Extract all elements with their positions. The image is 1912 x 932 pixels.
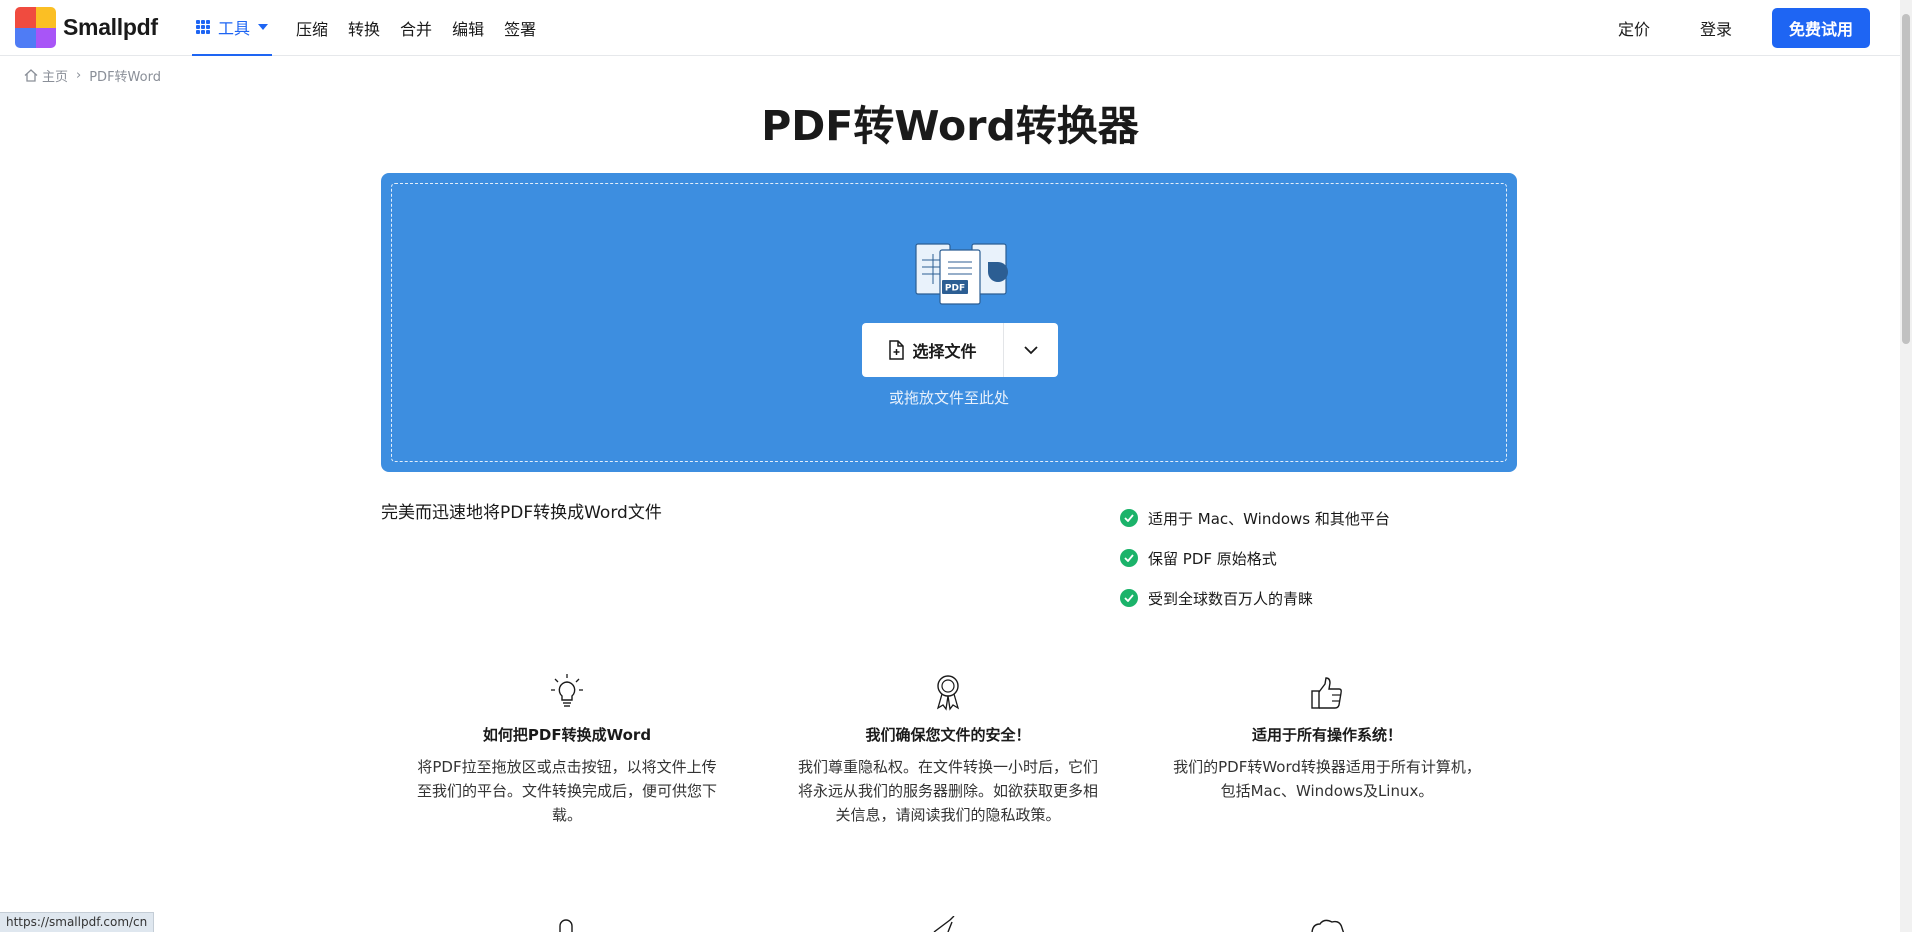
check-circle-icon [1120,589,1138,607]
check-circle-icon [1120,549,1138,567]
smallpdf-logo[interactable]: Smallpdf [15,7,158,48]
page-title: PDF转Word转换器 [761,102,1139,150]
logo-mark-icon [15,7,56,48]
feature-text: 保留 PDF 原始格式 [1148,549,1277,568]
file-plus-icon [889,340,905,360]
info-column-text: 我们的PDF转Word转换器适用于所有计算机，包括Mac、Windows及Lin… [1173,758,1481,800]
account-nav: 定价 登录 免费试用 [1618,8,1870,48]
nav-tools-menu[interactable]: 工具 [192,0,273,56]
info-column-title: 适用于所有操作系统！ [1251,726,1402,744]
feature-text: 受到全球数百万人的青睐 [1148,589,1314,608]
info-column-os: 适用于所有操作系统！ 我们的PDF转Word转换器适用于所有计算机，包括Mac、… [1162,670,1492,803]
top-header: Smallpdf 工具 压缩 转换 合并 编辑 签署 定价 登录 免费试用 [0,0,1900,56]
file-dropzone[interactable]: PDF 选择文件 或拖放文件至此处 [381,173,1517,472]
caret-down-icon [258,24,269,30]
breadcrumb: 主页 › PDF转Word [24,66,161,85]
free-trial-button[interactable]: 免费试用 [1771,8,1870,48]
breadcrumb-current: PDF转Word [89,70,161,85]
logo-text: Smallpdf [63,14,158,40]
info-column-title: 如何把PDF转换成Word [482,726,652,744]
partial-icon [559,919,573,932]
pdf-badge: PDF [945,284,965,294]
feature-list: 适用于 Mac、Windows 和其他平台 保留 PDF 原始格式 受到全球数百… [1120,498,1390,618]
feature-item: 保留 PDF 原始格式 [1120,538,1390,578]
next-section-icons [0,914,1900,932]
scrollbar-thumb[interactable] [1902,14,1910,344]
grid-icon [196,20,210,34]
status-bar-url: https://smallpdf.com/cn [0,912,155,932]
nav-item-edit[interactable]: 编辑 [452,16,484,40]
home-icon [24,69,38,82]
documents-illustration-icon: PDF [915,243,1008,305]
choose-file-button[interactable]: 选择文件 [862,323,1004,377]
upload-source-dropdown[interactable] [1004,323,1058,377]
feature-text: 适用于 Mac、Windows 和其他平台 [1148,509,1390,528]
tool-description: 完美而迅速地将PDF转换成Word文件 [381,503,662,523]
breadcrumb-home[interactable]: 主页 [42,66,68,85]
info-column-text: 我们尊重隐私权。在文件转换一小时后，它们将永远从我们的服务器删除。如欲获取更多相… [797,758,1098,824]
chevron-down-icon [1024,345,1038,354]
dropzone-dashed-border: PDF 选择文件 或拖放文件至此处 [391,183,1507,462]
choose-file-label: 选择文件 [912,342,977,361]
feature-item: 适用于 Mac、Windows 和其他平台 [1120,498,1390,538]
login-link[interactable]: 登录 [1700,16,1732,40]
thumbs-up-icon [1162,670,1492,712]
page-scrollbar[interactable] [1900,0,1912,932]
choose-file-button-group: 选择文件 [862,323,1058,377]
nav-item-merge[interactable]: 合并 [400,16,432,40]
partial-icon [1311,919,1345,932]
info-column-text: 将PDF拉至拖放区或点击按钮，以将文件上传至我们的平台。文件转换完成后，便可供您… [416,758,717,824]
partial-icon [933,916,955,932]
drop-hint-text: 或拖放文件至此处 [888,389,1009,407]
nav-tools-label: 工具 [218,19,251,38]
lightbulb-icon [402,670,732,712]
breadcrumb-separator: › [76,68,82,83]
check-circle-icon [1120,509,1138,527]
feature-item: 受到全球数百万人的青睐 [1120,578,1390,618]
main-nav: 工具 压缩 转换 合并 编辑 签署 [192,0,556,56]
pricing-link[interactable]: 定价 [1618,16,1650,40]
nav-item-compress[interactable]: 压缩 [296,16,328,40]
nav-item-convert[interactable]: 转换 [348,16,380,40]
info-column-title: 我们确保您文件的安全！ [865,726,1031,744]
award-icon [783,670,1113,712]
nav-item-sign[interactable]: 签署 [504,16,536,40]
info-column-security: 我们确保您文件的安全！ 我们尊重隐私权。在文件转换一小时后，它们将永远从我们的服… [783,670,1113,827]
info-column-how-to: 如何把PDF转换成Word 将PDF拉至拖放区或点击按钮，以将文件上传至我们的平… [402,670,732,827]
